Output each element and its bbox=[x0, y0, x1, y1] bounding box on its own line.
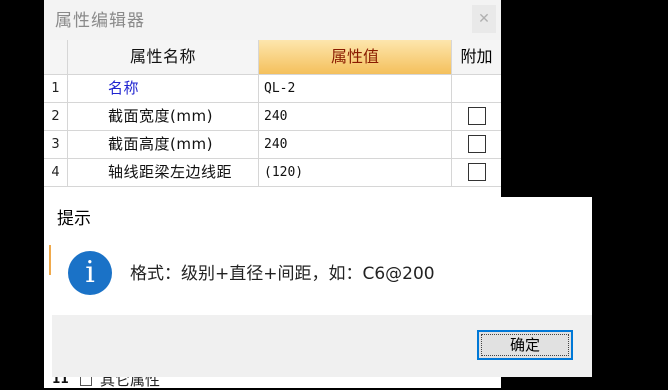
attach-checkbox[interactable] bbox=[467, 106, 486, 125]
table-row[interactable]: 3 截面高度(mm) 240 bbox=[44, 131, 501, 159]
row-index: 1 bbox=[44, 75, 68, 102]
close-icon[interactable]: ✕ bbox=[472, 5, 496, 33]
row-name: 截面宽度(mm) bbox=[68, 103, 259, 130]
row-value[interactable]: 240 bbox=[259, 103, 452, 130]
row-index: 2 bbox=[44, 103, 68, 130]
header-name[interactable]: 属性名称 bbox=[68, 40, 259, 74]
row-name: 轴线距梁左边线距 bbox=[68, 159, 259, 186]
grid-header: 属性名称 属性值 附加 bbox=[44, 40, 501, 75]
table-row[interactable]: 4 轴线距梁左边线距 (120) bbox=[44, 159, 501, 187]
dialog-shadow bbox=[592, 197, 597, 377]
header-attach[interactable]: 附加 bbox=[452, 40, 501, 74]
message-dialog: 提示 i 格式：级别+直径+间距，如：C6@200 确定 bbox=[52, 197, 592, 377]
row-index: 4 bbox=[44, 159, 68, 186]
row-value[interactable]: (120) bbox=[259, 159, 452, 186]
info-icon: i bbox=[68, 251, 112, 295]
row-attach bbox=[452, 159, 501, 186]
row-selection-marker bbox=[49, 245, 51, 275]
row-name: 截面高度(mm) bbox=[68, 131, 259, 158]
row-value[interactable]: QL-2 bbox=[259, 75, 452, 102]
editor-title: 属性编辑器 bbox=[55, 11, 145, 31]
row-index: 3 bbox=[44, 131, 68, 158]
dialog-titlebar[interactable]: 提示 bbox=[52, 197, 592, 234]
row-value[interactable]: 240 bbox=[259, 131, 452, 158]
table-row[interactable]: 1 名称 QL-2 bbox=[44, 75, 501, 103]
dialog-title: 提示 bbox=[57, 209, 91, 229]
row-name: 名称 bbox=[68, 75, 259, 102]
row-attach bbox=[452, 103, 501, 130]
row-attach bbox=[452, 131, 501, 158]
header-value[interactable]: 属性值 bbox=[259, 40, 452, 74]
table-row[interactable]: 2 截面宽度(mm) 240 bbox=[44, 103, 501, 131]
row-attach-empty bbox=[452, 75, 501, 102]
ok-button-label: 确定 bbox=[509, 336, 540, 354]
header-index bbox=[44, 40, 68, 74]
dialog-body: i 格式：级别+直径+间距，如：C6@200 bbox=[52, 234, 592, 315]
attach-checkbox[interactable] bbox=[467, 162, 486, 181]
ok-button[interactable]: 确定 bbox=[477, 330, 573, 360]
editor-titlebar[interactable]: 属性编辑器 ✕ bbox=[44, 0, 501, 40]
dialog-message: 格式：级别+直径+间距，如：C6@200 bbox=[130, 264, 435, 284]
attach-checkbox[interactable] bbox=[467, 134, 486, 153]
